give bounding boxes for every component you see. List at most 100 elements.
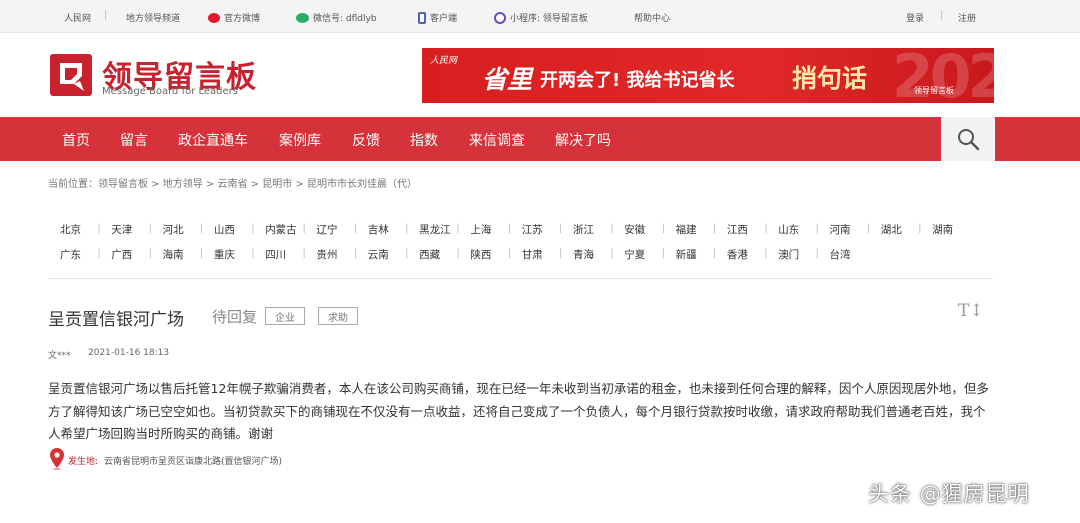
region-item[interactable]: 宁夏 (624, 247, 645, 262)
region-item[interactable]: 湖北 (881, 222, 902, 237)
region-item[interactable]: 辽宁 (317, 222, 338, 237)
region-item[interactable]: 西藏 (419, 247, 440, 262)
font-size-toggle-icon[interactable]: T↕ (958, 301, 984, 321)
breadcrumb[interactable]: 当前位置：领导留言板 > 地方领导 > 云南省 > 昆明市 > 昆明市市长刘佳晨… (48, 175, 417, 190)
post-author: 文*** (48, 351, 71, 361)
banner-province: 省里 (482, 65, 533, 94)
location-pin-icon (50, 448, 64, 470)
region-item[interactable]: 江苏 (522, 222, 543, 237)
region-item[interactable]: 安徽 (624, 222, 645, 237)
link-mini-program[interactable]: 小程序: 领导留言板 (494, 11, 588, 24)
region-divider: | (405, 223, 409, 234)
region-divider: | (97, 248, 101, 259)
region-divider: | (405, 248, 409, 259)
wechat-label: 微信号: dfldlyb (313, 14, 377, 24)
location-value: 云南省昆明市呈贡区诣康北路(置信银河广场) (104, 457, 283, 467)
main-nav: 首页 留言 政企直通车 案例库 反馈 指数 来信调查 解决了吗 (0, 117, 1080, 161)
region-item[interactable]: 湖南 (932, 222, 953, 237)
link-wechat[interactable]: 微信号: dfldlyb (296, 11, 377, 24)
region-divider: | (251, 248, 255, 259)
link-official-weibo[interactable]: 官方微博 (208, 11, 260, 24)
tag-help[interactable]: 求助 (318, 307, 358, 325)
region-divider: | (456, 223, 460, 234)
post-title: 呈贡置信银河广场 (48, 310, 184, 330)
region-selector: 北京 | 天津 | 河北 | 山西 | 内蒙古 | 辽宁 | 吉林 | 黑龙江 | 上海 | 江苏 | 浙江 | 安徽 | 福建… (48, 205, 993, 279)
region-item[interactable]: 吉林 (368, 222, 389, 237)
register-link[interactable]: 注册 (958, 11, 976, 24)
region-item[interactable]: 上海 (470, 222, 491, 237)
nav-resolved[interactable]: 解决了吗 (555, 130, 611, 150)
region-divider: | (302, 223, 306, 234)
region-divider: | (148, 248, 152, 259)
region-item[interactable]: 台湾 (830, 247, 851, 262)
mini-program-icon (494, 11, 506, 24)
region-item[interactable]: 新疆 (676, 247, 697, 262)
phone-icon (418, 11, 426, 24)
nav-case-library[interactable]: 案例库 (279, 130, 321, 150)
region-item[interactable]: 澳门 (778, 247, 799, 262)
region-item[interactable]: 山西 (214, 222, 235, 237)
nav-letter-survey[interactable]: 来信调查 (469, 130, 525, 150)
region-item[interactable]: 贵州 (317, 247, 338, 262)
watermark: 头条 @猩房昆明 (868, 482, 1030, 506)
region-item[interactable]: 海南 (163, 247, 184, 262)
region-divider: | (764, 223, 768, 234)
region-divider: | (918, 223, 922, 234)
region-item[interactable]: 重庆 (214, 247, 235, 262)
region-divider: | (148, 223, 152, 234)
region-item[interactable]: 甘肃 (522, 247, 543, 262)
region-item[interactable]: 广西 (111, 247, 132, 262)
top-bar: 人民网 | 地方领导频道 官方微博 微信号: dfldlyb 客户端 小程序: … (0, 0, 1080, 33)
region-item[interactable]: 北京 (60, 222, 81, 237)
nav-enterprise-express[interactable]: 政企直通车 (178, 130, 248, 150)
region-divider: | (507, 248, 512, 259)
region-item[interactable]: 内蒙古 (265, 222, 297, 237)
region-item[interactable]: 河南 (830, 222, 851, 237)
region-item[interactable]: 河北 (163, 222, 184, 237)
region-divider: | (353, 248, 358, 259)
link-app-client[interactable]: 客户端 (418, 11, 457, 24)
region-item[interactable]: 浙江 (573, 222, 594, 237)
wechat-icon (296, 12, 309, 23)
link-help-center[interactable]: 帮助中心 (634, 11, 670, 24)
region-item[interactable]: 黑龙江 (419, 222, 451, 237)
promo-banner[interactable]: 人民网 省里 开两会了! 我给书记省长 捎句话 2021 领导留言板 (422, 48, 994, 103)
region-item[interactable]: 青海 (573, 247, 594, 262)
banner-action: 捎句话 (792, 64, 868, 93)
region-item[interactable]: 江西 (727, 222, 748, 237)
region-divider: | (764, 248, 768, 259)
region-divider: | (559, 248, 563, 259)
nav-message[interactable]: 留言 (120, 130, 148, 150)
region-item[interactable]: 广东 (60, 247, 81, 262)
region-divider: | (302, 248, 306, 259)
logo-mark-icon[interactable] (50, 54, 92, 96)
post-status: 待回复 (212, 308, 258, 326)
region-divider: | (661, 248, 665, 259)
region-item[interactable]: 山东 (778, 222, 799, 237)
region-divider: | (559, 223, 563, 234)
region-divider: | (507, 223, 512, 234)
region-item[interactable]: 香港 (727, 247, 748, 262)
login-link[interactable]: 登录 (906, 11, 924, 24)
region-divider: | (815, 223, 819, 234)
region-item[interactable]: 云南 (368, 247, 389, 262)
link-people-daily[interactable]: 人民网 (64, 11, 91, 24)
region-item[interactable]: 陕西 (470, 247, 491, 262)
search-button[interactable] (941, 117, 995, 161)
weibo-label: 官方微博 (224, 14, 261, 24)
location-label: 发生地: (68, 457, 99, 467)
nav-index[interactable]: 指数 (410, 130, 438, 150)
region-item[interactable]: 天津 (111, 222, 132, 237)
post-date: 2021-01-16 18:13 (88, 348, 170, 358)
divider: | (104, 10, 108, 21)
region-item[interactable]: 福建 (676, 222, 697, 237)
region-divider: | (251, 223, 255, 234)
region-divider: | (199, 248, 204, 259)
nav-home[interactable]: 首页 (62, 130, 90, 150)
region-divider: | (610, 248, 614, 259)
link-local-leaders-channel[interactable]: 地方领导频道 (126, 11, 180, 24)
tag-enterprise[interactable]: 企业 (265, 307, 305, 325)
region-item[interactable]: 四川 (265, 247, 286, 262)
nav-feedback[interactable]: 反馈 (352, 130, 380, 150)
banner-footer: 领导留言板 (914, 86, 954, 95)
